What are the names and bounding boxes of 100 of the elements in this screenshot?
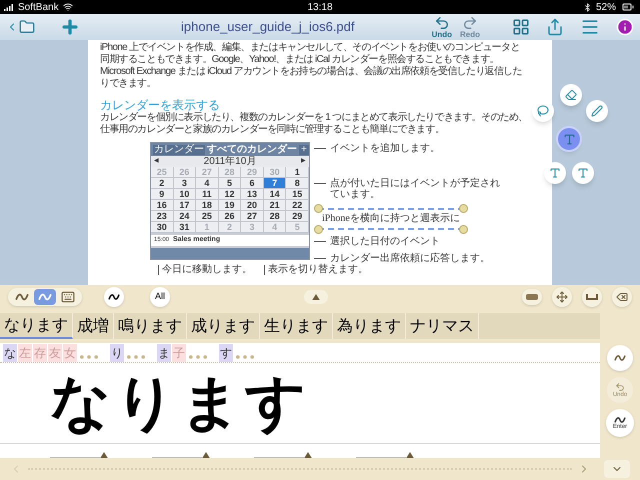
drawing-tool-button[interactable] — [560, 84, 582, 106]
info-button[interactable] — [616, 18, 634, 36]
calendar-day: 5 — [286, 222, 309, 233]
calendar-day: 3 — [241, 222, 264, 233]
candidate-word[interactable]: 為ります — [333, 313, 406, 339]
move-icon — [556, 291, 568, 303]
body-paragraph: iPhone 上でイベントを作成、編集、またはキャンセルして、そのイベントをお使いのコンピュータと同期することもできます。Google、Yahoo!、または iCal カレンダーを照会することもできます。Microsoft Exchange または iCloud アカウントをお持ちの場合は、会議の出席依頼を受信したり返信したりできます。 — [100, 42, 523, 90]
clock-time: 13:18 — [306, 0, 334, 14]
text-plus-icon — [577, 167, 589, 179]
calendar-day: 18 — [196, 200, 219, 211]
up-triangle-icon — [100, 452, 108, 458]
calendar-day: 19 — [218, 200, 242, 211]
up-triangle-icon — [406, 452, 414, 458]
drawing-tool-button[interactable] — [558, 128, 580, 150]
calendar-day: 14 — [264, 189, 286, 200]
share-icon — [546, 18, 564, 36]
calendar-day: 25 — [196, 211, 219, 222]
drawing-tool-button[interactable] — [544, 162, 566, 184]
candidate-word[interactable]: ナリマス — [406, 313, 479, 339]
undo-button[interactable]: Undo — [432, 15, 452, 39]
handwriting-convert-icon — [38, 292, 52, 302]
candidate-word[interactable]: なります — [0, 313, 73, 339]
candidate-word[interactable]: 成ります — [187, 313, 260, 339]
drawing-tool-button[interactable] — [572, 162, 594, 184]
handwriting-icon — [614, 354, 626, 362]
handwritten-ink: なります — [50, 373, 310, 433]
battery-icon — [620, 1, 636, 13]
calendar-day: 30 — [264, 167, 286, 178]
calendar-day: 26 — [218, 211, 242, 222]
calendar-day: 25 — [151, 167, 174, 178]
calendar-day: 9 — [151, 189, 174, 200]
calendar-day: 5 — [218, 178, 242, 189]
character-choice[interactable]: ま — [157, 344, 171, 362]
backspace-icon — [616, 291, 628, 303]
calendar-day: 21 — [264, 200, 286, 211]
callout-text: 表示を切り替えます。 — [264, 265, 368, 275]
callout-text: イベントを追加します。 — [330, 143, 441, 154]
bluetooth-icon — [583, 2, 592, 12]
more-dots-icon — [127, 354, 145, 358]
calendar-day: 23 — [151, 211, 174, 222]
drawing-tool-button[interactable] — [586, 100, 608, 122]
candidate-word[interactable]: 鳴ります — [114, 313, 187, 339]
calendar-day: 28 — [264, 211, 286, 222]
expand-tab[interactable] — [304, 290, 328, 304]
calendar-day: 3 — [174, 178, 196, 189]
up-triangle-icon — [312, 294, 320, 300]
calendar-day: 27 — [241, 211, 264, 222]
calendar-day: 28 — [218, 167, 242, 178]
calendar-day: 13 — [241, 189, 264, 200]
all-button[interactable]: All — [150, 287, 170, 307]
backspace-button[interactable] — [612, 287, 632, 307]
calendar-day: 1 — [196, 222, 219, 233]
add-button[interactable] — [60, 17, 80, 37]
up-triangle-icon — [304, 452, 312, 458]
eraser-icon — [565, 89, 577, 101]
character-choice[interactable]: な — [3, 344, 17, 362]
calendar-day: 17 — [174, 200, 196, 211]
calendar-day: 20 — [241, 200, 264, 211]
space-key-button[interactable] — [522, 289, 542, 305]
share-button[interactable] — [546, 18, 564, 36]
calendar-day: 12 — [218, 189, 242, 200]
pen-icon — [591, 105, 603, 117]
section-heading: カレンダーを表示する — [100, 98, 221, 112]
calendar-day: 29 — [286, 211, 309, 222]
move-button[interactable] — [552, 287, 572, 307]
carrier-name: SoftBank — [18, 0, 59, 14]
month-label: 2011年10月 — [204, 156, 256, 166]
plus-icon — [60, 17, 80, 37]
stroke-button[interactable] — [104, 287, 124, 307]
character-choice[interactable]: り — [110, 344, 124, 362]
folder-icon — [18, 19, 36, 35]
calendar-day: 30 — [151, 222, 174, 233]
calendar-day: 7 — [264, 178, 286, 189]
calendar-day: 8 — [286, 178, 309, 189]
signal-icon — [4, 3, 14, 11]
text-icon — [562, 132, 576, 146]
character-choice[interactable]: す — [219, 344, 233, 362]
info-icon — [616, 18, 634, 36]
calendar-day: 31 — [174, 222, 196, 233]
more-dots-icon — [236, 354, 254, 358]
candidate-word[interactable]: 生ります — [260, 313, 333, 339]
text-minus-icon — [549, 167, 561, 179]
calendar-day: 4 — [196, 178, 219, 189]
convert-button[interactable] — [607, 345, 633, 371]
space-button[interactable] — [582, 287, 602, 307]
undo-icon — [615, 382, 625, 392]
callout-text: 点が付いた日にはイベントが予定されています。 — [330, 178, 500, 200]
hide-keyboard-button[interactable] — [604, 460, 630, 478]
calendar-day: 6 — [241, 178, 264, 189]
thumbnails-button[interactable] — [512, 18, 530, 36]
input-mode-tab[interactable] — [34, 289, 56, 305]
more-dots-icon — [189, 354, 207, 358]
candidate-word[interactable]: 成増 — [73, 313, 114, 339]
calendar-day: 4 — [264, 222, 286, 233]
calendar-title: すべてのカレンダー — [207, 144, 297, 154]
calendar-day: 15 — [286, 189, 309, 200]
more-dots-icon — [80, 354, 98, 358]
calendar-day: 11 — [196, 189, 219, 200]
calendar-day: 10 — [174, 189, 196, 200]
callout-text: 今日に移動します。 — [158, 265, 252, 275]
